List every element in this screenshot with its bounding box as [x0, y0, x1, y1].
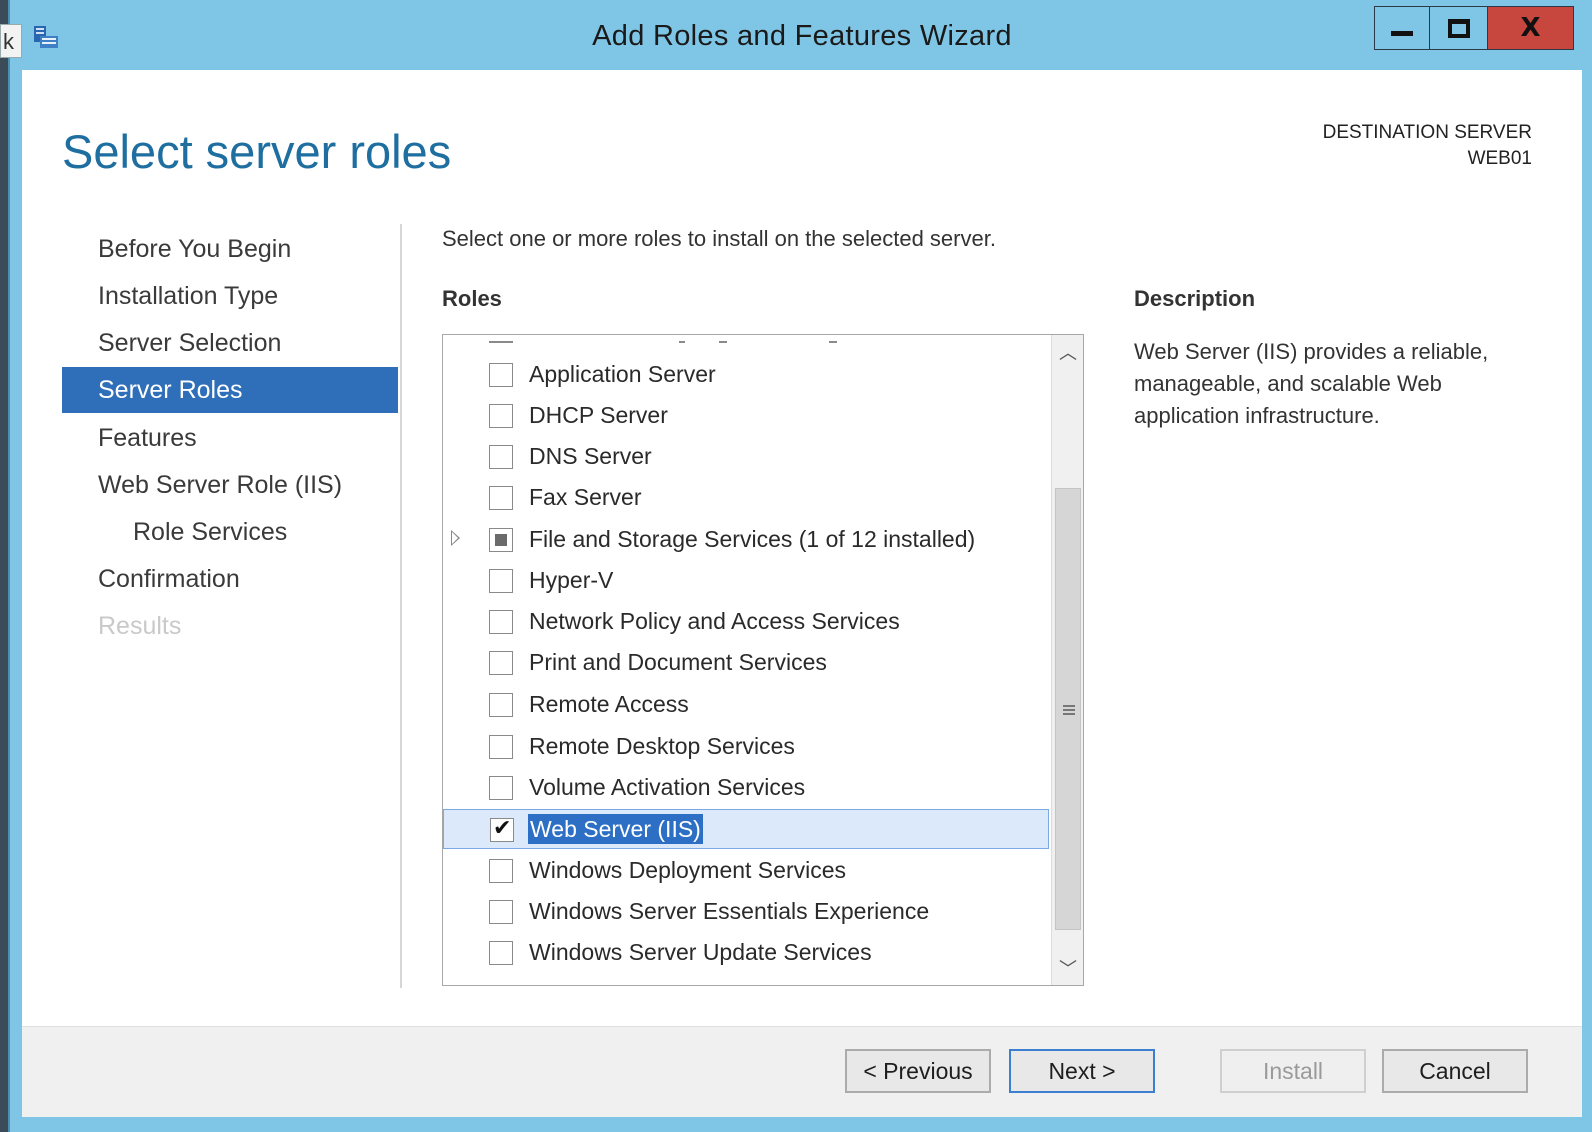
nav-item-confirmation[interactable]: Confirmation [62, 556, 398, 602]
role-label: Print and Document Services [529, 649, 827, 675]
minimize-icon [1391, 30, 1413, 36]
role-row[interactable]: Print and Document Services [443, 643, 1049, 683]
scrollbar-grip-icon [1063, 705, 1075, 715]
cancel-button[interactable]: Cancel [1382, 1049, 1528, 1093]
role-row-selected[interactable]: ✔ Web Server (IIS) [443, 809, 1049, 849]
cut-off-row [489, 335, 1049, 345]
nav-item-server-selection[interactable]: Server Selection [62, 320, 398, 366]
role-label: Windows Server Essentials Experience [529, 898, 930, 924]
role-row[interactable]: Windows Server Essentials Experience [443, 892, 1049, 932]
desktop-fragment-text: k [0, 24, 22, 58]
close-button[interactable]: X [1488, 6, 1574, 50]
role-checkbox-checked[interactable]: ✔ [490, 816, 514, 842]
role-label: Windows Deployment Services [529, 857, 847, 883]
nav-item-web-server-role[interactable]: Web Server Role (IIS) [62, 462, 398, 508]
maximize-button[interactable] [1430, 6, 1488, 50]
nav-item-features[interactable]: Features [62, 415, 398, 461]
role-checkbox[interactable] [489, 445, 513, 469]
roles-scrollbar[interactable]: ︿ ﹀ [1051, 335, 1083, 985]
minimize-button[interactable] [1374, 6, 1430, 50]
window-title: Add Roles and Features Wizard [592, 20, 1012, 52]
description-heading: Description [1134, 286, 1256, 311]
nav-item-installation-type[interactable]: Installation Type [62, 273, 398, 319]
nav-item-before-you-begin[interactable]: Before You Begin [62, 226, 398, 272]
scroll-up-icon[interactable]: ︿ [1052, 335, 1083, 369]
role-checkbox[interactable] [489, 859, 513, 883]
role-row[interactable]: Remote Access [443, 685, 1049, 725]
nav-item-role-services[interactable]: Role Services [62, 509, 398, 555]
role-checkbox[interactable] [489, 569, 513, 593]
scrollbar-thumb[interactable] [1055, 488, 1081, 930]
next-button[interactable]: Next > [1009, 1049, 1155, 1093]
install-button: Install [1220, 1049, 1366, 1093]
expand-arrow-icon[interactable] [451, 530, 460, 546]
previous-button[interactable]: < Previous [845, 1049, 991, 1093]
role-row[interactable]: DHCP Server [443, 396, 1049, 436]
role-label: File and Storage Services (1 of 12 insta… [529, 526, 976, 552]
role-checkbox[interactable] [489, 363, 513, 387]
role-checkbox[interactable] [489, 900, 513, 924]
wizard-window: Add Roles and Features Wizard X Select s… [8, 0, 1592, 1132]
role-row[interactable]: DNS Server [443, 437, 1049, 477]
wizard-client-area: Select server roles DESTINATION SERVER W… [22, 70, 1582, 1117]
scroll-down-icon[interactable]: ﹀ [1052, 951, 1083, 985]
role-label: Volume Activation Services [529, 774, 806, 800]
role-label: Remote Desktop Services [529, 733, 795, 759]
role-label: Application Server [529, 361, 716, 387]
role-row[interactable]: Fax Server [443, 478, 1049, 518]
desktop-background [0, 0, 8, 1132]
role-checkbox[interactable] [489, 404, 513, 428]
destination-server-label: DESTINATION SERVER [1322, 122, 1532, 143]
role-row[interactable]: Remote Desktop Services [443, 727, 1049, 767]
nav-item-results: Results [98, 612, 182, 640]
nav-item-server-roles[interactable]: Server Roles [62, 367, 398, 413]
role-label: Network Policy and Access Services [529, 608, 900, 634]
role-checkbox[interactable] [489, 486, 513, 510]
role-checkbox[interactable] [489, 693, 513, 717]
destination-server-name: WEB01 [1467, 148, 1532, 169]
close-icon: X [1520, 13, 1541, 43]
role-row[interactable]: Windows Deployment Services [443, 851, 1049, 891]
role-label: Hyper-V [529, 567, 614, 593]
role-checkbox[interactable] [489, 776, 513, 800]
nav-divider [400, 224, 402, 988]
roles-heading: Roles [442, 286, 502, 311]
role-row[interactable]: Windows Server Update Services [443, 933, 1049, 973]
title-bar[interactable]: Add Roles and Features Wizard X [10, 0, 1592, 70]
maximize-icon [1447, 18, 1470, 38]
role-label: Fax Server [529, 484, 642, 510]
role-checkbox[interactable] [489, 610, 513, 634]
checkmark-icon: ✔ [493, 816, 512, 841]
role-checkbox[interactable] [489, 651, 513, 675]
page-title: Select server roles [62, 125, 452, 178]
instruction-text: Select one or more roles to install on t… [442, 226, 996, 251]
role-label: Remote Access [529, 691, 689, 717]
roles-list-rows: Application Server DHCP Server DNS Serve… [443, 335, 1051, 985]
description-text: Web Server (IIS) provides a reliable, ma… [1134, 339, 1489, 428]
role-label: DHCP Server [529, 402, 668, 428]
roles-list[interactable]: Application Server DHCP Server DNS Serve… [442, 334, 1084, 986]
role-label: Web Server (IIS) [528, 814, 703, 844]
role-label: DNS Server [529, 443, 652, 469]
wizard-footer: < Previous Next > Install Cancel [22, 1026, 1582, 1117]
role-row[interactable]: Network Policy and Access Services [443, 602, 1049, 642]
role-checkbox[interactable] [489, 735, 513, 759]
role-checkbox[interactable] [489, 941, 513, 965]
role-row[interactable]: Volume Activation Services [443, 768, 1049, 808]
role-row[interactable]: Hyper-V [443, 561, 1049, 601]
role-label: Windows Server Update Services [529, 939, 872, 965]
role-row[interactable]: Application Server [443, 355, 1049, 395]
role-row[interactable]: File and Storage Services (1 of 12 insta… [443, 520, 1049, 560]
role-checkbox[interactable] [489, 528, 513, 552]
